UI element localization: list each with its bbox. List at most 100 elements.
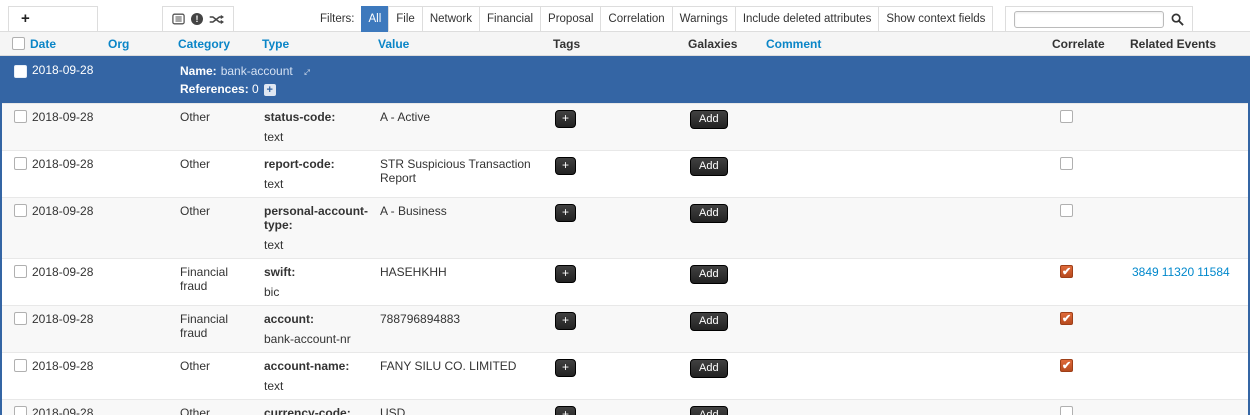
add-tag-button[interactable]: + [555,265,576,283]
search-icon[interactable] [1171,13,1184,26]
toggle-include-deleted-attributes[interactable]: Include deleted attributes [735,6,880,32]
column-header-date[interactable]: Date [22,37,100,51]
attribute-type-name: account-name: [264,359,372,373]
attribute-comment [760,359,1046,393]
related-event-link[interactable]: 11584 [1197,265,1229,279]
attribute-type-sub: bic [264,285,372,299]
correlate-checkbox[interactable] [1060,359,1073,372]
correlate-checkbox[interactable] [1060,406,1073,415]
correlate-checkbox[interactable] [1060,265,1073,278]
attribute-comment [760,312,1046,346]
attribute-type-name: currency-code: [264,406,372,415]
attribute-value: HASEHKHH [372,265,547,299]
attribute-value: A - Business [372,204,547,252]
row-select-checkbox[interactable] [14,265,27,278]
row-select-checkbox[interactable] [14,110,27,123]
column-header-value[interactable]: Value [370,37,545,51]
attribute-type-sub: text [264,177,372,191]
attribute-type-name: swift: [264,265,372,279]
add-tag-button[interactable]: + [555,312,576,330]
attribute-row: 2018-09-28 Other personal-account-type: … [2,197,1248,258]
attribute-date: 2018-09-28 [24,204,102,252]
filter-tab-proposal[interactable]: Proposal [540,6,601,32]
list-view-icon[interactable] [172,13,185,25]
add-tag-button[interactable]: + [555,406,576,415]
attribute-type-name: status-code: [264,110,372,124]
related-events [1124,157,1248,191]
warning-circle-icon[interactable]: ! [191,13,203,25]
attribute-comment [760,110,1046,144]
filter-tab-network[interactable]: Network [422,6,480,32]
add-galaxy-button[interactable]: Add [690,359,728,378]
object-name-value: bank-account [221,64,293,78]
attribute-org [102,359,172,393]
row-select-checkbox[interactable] [14,157,27,170]
row-select-checkbox[interactable] [14,204,27,217]
column-header-tags: Tags [545,37,680,51]
attribute-type-name: report-code: [264,157,372,171]
attribute-type-sub: text [264,238,372,252]
select-all-checkbox[interactable] [12,37,25,50]
search-input[interactable] [1014,11,1164,28]
attribute-org [102,406,172,415]
attributes-table-header: Date Org Category Type Value Tags Galaxi… [0,32,1250,56]
column-header-comment[interactable]: Comment [758,37,1044,51]
attribute-type: account-name: text [256,359,372,393]
column-header-org[interactable]: Org [100,37,170,51]
attribute-comment [760,265,1046,299]
add-tag-button[interactable]: + [555,157,576,175]
filter-tab-correlation[interactable]: Correlation [600,6,672,32]
related-events [1124,204,1248,252]
row-select-checkbox[interactable] [14,312,27,325]
add-reference-button[interactable]: + [264,84,276,96]
correlate-checkbox[interactable] [1060,157,1073,170]
attributes-table-body: 2018-09-28 Name: bank-account↔ References… [0,56,1250,415]
attributes-toolbar: + ! Filters: All File Network Financial … [0,6,1250,32]
attribute-comment [760,157,1046,191]
attribute-category: Other [172,157,256,191]
attribute-org [102,157,172,191]
add-galaxy-button[interactable]: Add [690,406,728,415]
add-galaxy-button[interactable]: Add [690,265,728,284]
filter-tab-file[interactable]: File [388,6,423,32]
toggle-show-context-fields[interactable]: Show context fields [878,6,993,32]
object-references-label: References: [180,82,249,96]
row-select-checkbox[interactable] [14,406,27,415]
related-event-link[interactable]: 11320 [1162,265,1194,279]
attribute-type: swift: bic [256,265,372,299]
object-select-checkbox[interactable] [14,65,27,78]
row-select-checkbox[interactable] [14,359,27,372]
toolbar-icon-group: ! [162,6,234,32]
related-events [1124,406,1248,415]
object-name-label: Name: [180,64,217,78]
add-galaxy-button[interactable]: Add [690,157,728,176]
related-events [1124,110,1248,144]
object-references-line: References: 0+ [180,82,760,96]
attribute-type-sub: text [264,130,372,144]
column-header-related-events: Related Events [1122,37,1250,51]
related-events [1124,312,1248,346]
correlate-checkbox[interactable] [1060,204,1073,217]
search-tab [1005,6,1193,32]
shuffle-icon[interactable] [209,14,224,25]
attribute-date: 2018-09-28 [24,265,102,299]
add-galaxy-button[interactable]: Add [690,110,728,129]
attribute-row: 2018-09-28 Other status-code: text A - A… [2,103,1248,150]
attribute-value: A - Active [372,110,547,144]
add-tag-button[interactable]: + [555,359,576,377]
add-attribute-button[interactable]: + [8,6,98,32]
add-tag-button[interactable]: + [555,110,576,128]
filter-tab-warnings[interactable]: Warnings [672,6,736,32]
correlate-checkbox[interactable] [1060,110,1073,123]
filter-tab-financial[interactable]: Financial [479,6,541,32]
expand-object-icon[interactable]: ↔ [295,61,315,81]
filter-tab-all[interactable]: All [361,6,390,32]
related-event-link[interactable]: 3849 [1132,265,1159,279]
column-header-type[interactable]: Type [254,37,370,51]
correlate-checkbox[interactable] [1060,312,1073,325]
add-tag-button[interactable]: + [555,204,576,222]
attribute-row: 2018-09-28 Other currency-code: text USD… [2,399,1248,415]
add-galaxy-button[interactable]: Add [690,204,728,223]
column-header-category[interactable]: Category [170,37,254,51]
add-galaxy-button[interactable]: Add [690,312,728,331]
